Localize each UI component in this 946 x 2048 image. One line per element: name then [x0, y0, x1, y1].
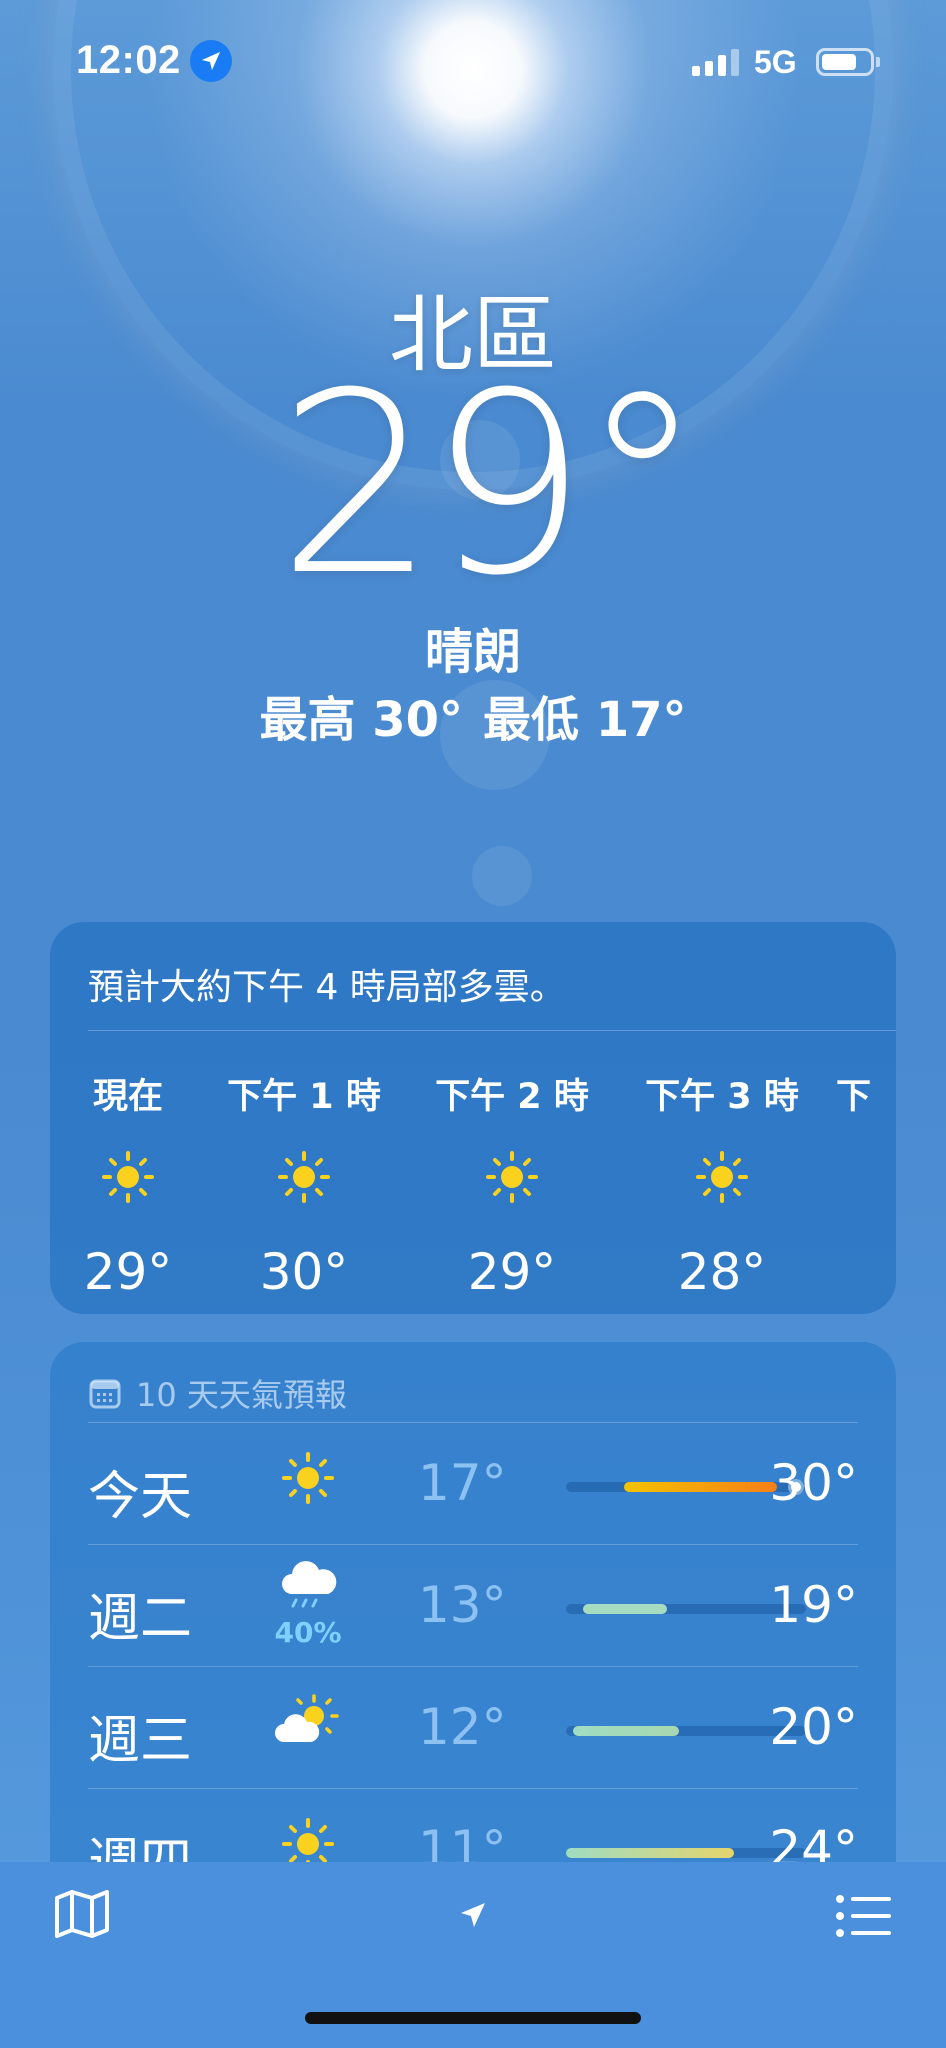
low-temperature: 12° — [418, 1698, 507, 1756]
hour-label: 下午 2 時 — [435, 1077, 589, 1117]
hour-label: 下午 1 時 — [227, 1077, 381, 1117]
location-services-icon — [190, 40, 232, 82]
daily-forecast-title: 10 天天氣預報 — [136, 1376, 347, 1414]
hour-label: 下 — [836, 1077, 872, 1117]
row-divider — [88, 1788, 858, 1789]
hourly-item[interactable]: 下午 1 時 30° — [224, 1068, 384, 1301]
high-temperature: 20° — [769, 1698, 858, 1756]
daily-forecast-header: 10 天天氣預報 — [88, 1370, 347, 1416]
hourly-forecast-card[interactable]: 預計大約下午 4 時局部多雲。 現在 29° 下午 1 時 30° 下午 2 時… — [50, 922, 896, 1314]
battery-icon — [816, 48, 874, 76]
network-type: 5G — [754, 44, 797, 80]
range-fill — [623, 1482, 778, 1492]
range-fill — [582, 1604, 667, 1614]
day-row[interactable]: 週二 40% 13° 19° — [88, 1546, 858, 1668]
sun-icon — [224, 1147, 384, 1207]
range-fill — [566, 1848, 734, 1858]
sun-icon — [268, 1438, 348, 1512]
battery-cap — [876, 57, 880, 67]
low-temperature: 17° — [418, 1454, 507, 1512]
hourly-item[interactable]: 下 — [836, 1068, 896, 1119]
home-indicator — [305, 2012, 641, 2024]
forecast-summary: 預計大約下午 4 時局部多雲。 — [88, 967, 566, 1008]
high-low-temperatures: 最高 30° 最低 17° — [0, 680, 946, 750]
hour-temperature: 30° — [259, 1243, 349, 1301]
partly-cloudy-icon — [268, 1682, 348, 1756]
low-temperature: 13° — [418, 1576, 507, 1634]
current-temperature: 29° — [277, 339, 704, 630]
day-row[interactable]: 週三 12° 20° — [88, 1668, 858, 1790]
list-icon[interactable] — [832, 1884, 896, 1948]
high-temperature: 19° — [769, 1576, 858, 1634]
sun-icon — [642, 1147, 802, 1207]
day-name: 週二 — [88, 1589, 193, 1649]
location-arrow-icon[interactable] — [448, 1890, 498, 1940]
row-divider — [88, 1666, 858, 1667]
cellular-signal-icon — [692, 49, 739, 76]
hour-temperature: 29° — [467, 1243, 557, 1301]
range-fill — [573, 1726, 679, 1736]
low-temperature: 最低 17° — [483, 692, 687, 748]
status-time: 12:02 — [76, 38, 181, 82]
hour-temperature: 29° — [83, 1243, 173, 1301]
sun-icon — [50, 1147, 208, 1207]
hourly-item[interactable]: 下午 3 時 28° — [642, 1068, 802, 1301]
hour-temperature: 28° — [677, 1243, 767, 1301]
day-name: 今天 — [88, 1467, 193, 1527]
high-temperature: 30° — [769, 1454, 858, 1512]
row-divider — [88, 1422, 858, 1423]
card-divider — [88, 1030, 896, 1031]
precipitation-chance: 40% — [274, 1616, 342, 1649]
map-icon[interactable] — [50, 1882, 114, 1946]
high-temperature: 最高 30° — [259, 692, 463, 748]
day-name: 週三 — [88, 1711, 193, 1771]
calendar-icon — [89, 1379, 121, 1409]
sun-icon — [432, 1147, 592, 1207]
hour-label: 現在 — [92, 1077, 163, 1117]
day-row[interactable]: 今天 17° 30° — [88, 1424, 858, 1546]
rain-icon: 40% — [268, 1560, 348, 1649]
weather-condition: 晴朗 — [424, 624, 521, 680]
hourly-item[interactable]: 下午 2 時 29° — [432, 1068, 592, 1301]
lens-flare — [472, 846, 532, 906]
hourly-item[interactable]: 現在 29° — [50, 1068, 208, 1301]
row-divider — [88, 1544, 858, 1545]
hour-label: 下午 3 時 — [645, 1077, 799, 1117]
